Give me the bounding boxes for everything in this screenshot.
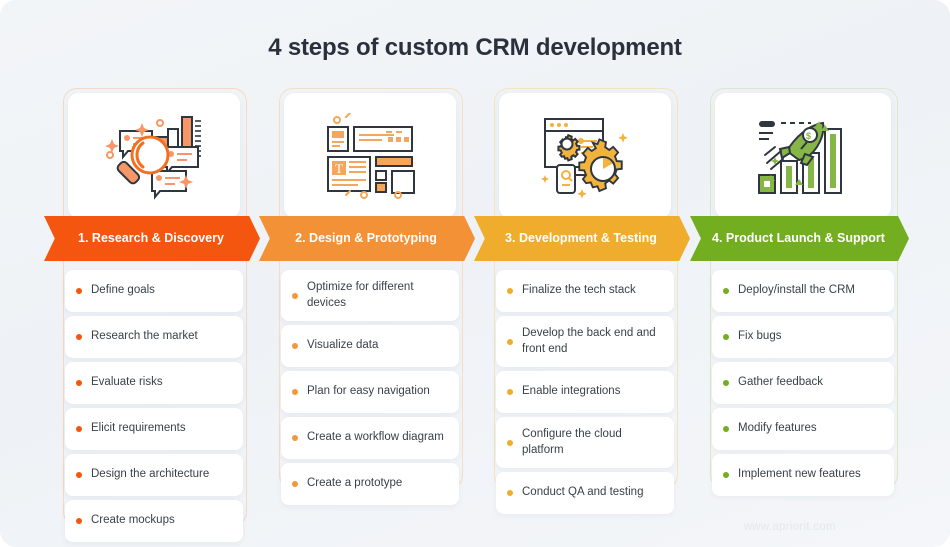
list-item-label: Gather feedback <box>738 376 824 389</box>
list-item-label: Optimize for different devices <box>307 281 414 309</box>
list-item-label: Research the market <box>91 330 198 343</box>
list-item-label: Configure the cloud platform <box>522 428 622 456</box>
step-items-1: Define goals Research the market Evaluat… <box>65 270 243 546</box>
list-item-label: Elicit requirements <box>91 422 186 435</box>
step-items-3: Finalize the tech stack Develop the back… <box>496 270 674 518</box>
step-banner-label-1: 1. Research & Discovery <box>78 230 224 245</box>
list-item-label: Create a prototype <box>307 477 403 490</box>
list-item[interactable]: Fix bugs <box>712 316 894 358</box>
step-banner-1[interactable]: 1. Research & Discovery <box>44 216 260 261</box>
bullet-icon <box>723 472 729 478</box>
list-item[interactable]: Research the market <box>65 316 243 358</box>
list-item[interactable]: Create mockups <box>65 500 243 542</box>
list-item-label: Develop the back end and front end <box>522 327 656 355</box>
bullet-icon <box>76 518 82 524</box>
list-item[interactable]: Optimize for different devices <box>281 270 459 322</box>
step-banner-label-3: 3. Development & Testing <box>505 230 657 245</box>
infographic-canvas: 4 steps of custom CRM development Define… <box>0 0 950 547</box>
bullet-icon <box>76 288 82 294</box>
list-item[interactable]: Visualize data <box>281 325 459 368</box>
list-item[interactable]: Create a prototype <box>281 463 459 506</box>
rocket-growth-icon: $ <box>758 120 842 194</box>
bullet-icon <box>76 334 82 340</box>
list-item-label: Finalize the tech stack <box>522 284 636 297</box>
list-item[interactable]: Plan for easy navigation <box>281 371 459 414</box>
list-item-label: Modify features <box>738 422 817 435</box>
bullet-icon <box>76 380 82 386</box>
wireframe-layout-icon: T <box>327 112 415 199</box>
list-item-label: Create a workflow diagram <box>307 431 444 444</box>
step-icon-card-3 <box>499 93 671 218</box>
bullet-icon <box>507 288 513 294</box>
list-item[interactable]: Gather feedback <box>712 362 894 404</box>
bullet-icon <box>723 288 729 294</box>
step-icon-card-2: T <box>284 93 456 218</box>
list-item[interactable]: Modify features <box>712 408 894 450</box>
list-item-label: Implement new features <box>738 468 861 481</box>
bullet-icon <box>723 380 729 386</box>
bullet-icon <box>723 334 729 340</box>
bullet-icon <box>723 426 729 432</box>
list-item[interactable]: Create a workflow diagram <box>281 417 459 460</box>
step-icon-card-4: $ <box>715 93 891 218</box>
list-item[interactable]: Define goals <box>65 270 243 312</box>
step-banner-4[interactable]: 4. Product Launch & Support <box>690 216 909 261</box>
bullet-icon <box>507 389 513 396</box>
gears-browser-icon <box>541 117 628 199</box>
bullet-icon <box>292 292 298 299</box>
step-items-4: Deploy/install the CRM Fix bugs Gather f… <box>712 270 894 500</box>
step-banner-label-2: 2. Design & Prototyping <box>295 230 437 245</box>
list-item-label: Create mockups <box>91 514 175 527</box>
bullet-icon <box>292 343 298 350</box>
list-item[interactable]: Configure the cloud platform <box>496 417 674 469</box>
list-item[interactable]: Elicit requirements <box>65 408 243 450</box>
list-item[interactable]: Design the architecture <box>65 454 243 496</box>
list-item-label: Conduct QA and testing <box>522 486 644 499</box>
magnifier-chart-icon <box>105 115 201 200</box>
list-item[interactable]: Enable integrations <box>496 371 674 414</box>
list-item-label: Deploy/install the CRM <box>738 284 855 297</box>
step-banner-label-4: 4. Product Launch & Support <box>712 230 885 245</box>
list-item[interactable]: Conduct QA and testing <box>496 472 674 515</box>
bullet-icon <box>76 472 82 478</box>
list-item[interactable]: Implement new features <box>712 454 894 496</box>
list-item-label: Fix bugs <box>738 330 782 343</box>
bullet-icon <box>507 338 513 345</box>
list-item[interactable]: Finalize the tech stack <box>496 270 674 312</box>
svg-text:T: T <box>335 161 343 176</box>
watermark: www.apriorit.com <box>743 521 836 533</box>
bullet-icon <box>292 389 298 396</box>
bullet-icon <box>292 435 298 442</box>
list-item-label: Plan for easy navigation <box>307 385 430 398</box>
step-icon-card-1 <box>68 93 240 218</box>
list-item-label: Design the architecture <box>91 468 210 481</box>
list-item[interactable]: Develop the back end and front end <box>496 316 674 368</box>
list-item[interactable]: Evaluate risks <box>65 362 243 404</box>
list-item-label: Define goals <box>91 284 155 297</box>
list-item-label: Visualize data <box>307 339 379 352</box>
step-items-2: Optimize for different devices Visualize… <box>281 270 459 509</box>
list-item[interactable]: Deploy/install the CRM <box>712 270 894 312</box>
list-item-label: Enable integrations <box>522 385 621 398</box>
step-banner-3[interactable]: 3. Development & Testing <box>474 216 690 261</box>
step-banner-2[interactable]: 2. Design & Prototyping <box>259 216 475 261</box>
bullet-icon <box>292 481 298 488</box>
bullet-icon <box>507 490 513 497</box>
page-title: 4 steps of custom CRM development <box>268 34 682 61</box>
bullet-icon <box>507 439 513 446</box>
bullet-icon <box>76 426 82 432</box>
svg-text:$: $ <box>806 131 811 141</box>
list-item-label: Evaluate risks <box>91 376 163 389</box>
